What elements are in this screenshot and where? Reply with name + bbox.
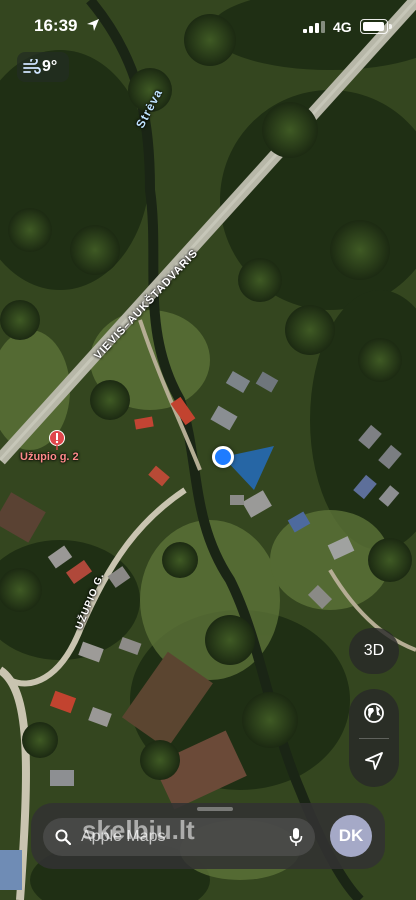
weather-widget[interactable]: 9° [17,52,69,82]
map-controls [349,689,399,787]
status-time: 16:39 [34,16,78,35]
wind-icon [23,59,41,74]
avatar[interactable]: DK [330,815,372,857]
divider [359,738,389,739]
microphone-icon[interactable] [289,827,303,847]
search-icon [55,829,71,845]
battery-icon [360,19,392,34]
globe-icon[interactable] [364,703,384,723]
map-pin-icon[interactable] [48,430,66,450]
network-type: 4G [333,19,352,35]
battery-level [363,22,384,31]
temperature: 9° [42,58,58,75]
location-arrow-icon [87,19,99,31]
location-arrow-icon[interactable] [364,751,384,771]
user-location-dot[interactable] [212,446,234,468]
watermark: skelbiu.lt [82,815,195,845]
pin-label[interactable]: Užupio g. 2 [20,451,79,463]
cellular-signal-icon [303,21,325,33]
3d-toggle-button[interactable]: 3D [349,628,399,674]
status-bar: 16:39 4G [0,0,416,52]
sheet-grabber[interactable] [197,807,233,811]
